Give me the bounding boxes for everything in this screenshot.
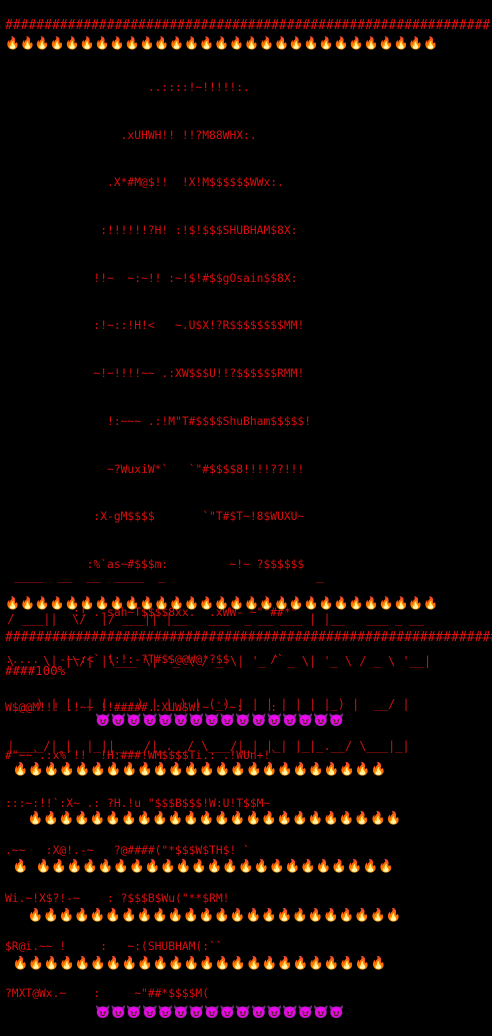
skull-line: .X*#M@$!! !X!M$$$$$$WWx:.: [5, 176, 284, 190]
devil-row-bottom: 😈😈😈😈😈😈😈😈😈😈😈😈😈😈😈😈: [5, 1004, 345, 1020]
fire-row: 🔥🔥🔥🔥🔥🔥🔥🔥🔥🔥🔥🔥🔥🔥🔥🔥🔥🔥🔥🔥🔥🔥🔥🔥: [5, 809, 402, 825]
fire-row: 🔥 🔥🔥🔥🔥🔥🔥🔥🔥🔥🔥🔥🔥🔥🔥🔥🔥🔥🔥🔥🔥🔥🔥🔥: [5, 858, 394, 874]
skull-line: !:~~~ .:!M"T#$$$$ShuBham$$$$$!: [5, 414, 312, 428]
devil-row-top: 😈😈😈😈😈😈😈😈😈😈😈😈😈😈😈😈: [5, 712, 345, 728]
fire-row: 🔥🔥🔥🔥🔥🔥🔥🔥🔥🔥🔥🔥🔥🔥🔥🔥🔥🔥🔥🔥🔥🔥🔥🔥: [5, 761, 387, 777]
skull-line: :!!!!!!?H! :!$!$$$SHUBHAM$8X:: [5, 223, 298, 237]
banner-line: ____ __ __ ____ _ _: [0, 568, 492, 584]
skull-line: .xUHWH!! !!?M88WHX:.: [5, 128, 257, 142]
bottom-flame-row: 🔥🔥🔥🔥🔥🔥🔥🔥🔥🔥🔥🔥🔥🔥🔥🔥🔥🔥🔥🔥🔥🔥🔥🔥🔥🔥🔥🔥🔥: [5, 596, 439, 610]
banner-line: / ___|| \/ |/ ___|| |__ ___ _ __ ___ | |…: [0, 610, 492, 626]
skull-line: ~?WuxiW*` `"#$$$$8!!!!??!!!: [5, 462, 305, 476]
skull-line: !!~ ~:~!! :~!$!#$$gOsain$$8X:: [5, 271, 298, 285]
banner-line: \___ \| |\/| |\___ \| '_ \ / _ \| '_ ` _…: [0, 653, 446, 669]
skull-line: ~!~!!!!~~ .:XW$$$U!!?$$$$$$RMM!: [5, 367, 305, 381]
fire-row: 🔥🔥🔥🔥🔥🔥🔥🔥🔥🔥🔥🔥🔥🔥🔥🔥🔥🔥🔥🔥🔥🔥🔥🔥: [5, 955, 387, 971]
skull-line: :!~::!H!< ~.U$X!?R$$$$$$$$MM!: [5, 319, 305, 333]
fire-row: 🔥🔥🔥🔥🔥🔥🔥🔥🔥🔥🔥🔥🔥🔥🔥🔥🔥🔥🔥🔥🔥🔥🔥🔥: [5, 906, 402, 922]
progress-text: ####100%: [5, 663, 66, 678]
skull-line: ..::::!~!!!!!:.: [5, 80, 250, 94]
emoji-grid: 😈😈😈😈😈😈😈😈😈😈😈😈😈😈😈😈 🔥🔥🔥🔥🔥🔥🔥🔥🔥🔥🔥🔥🔥🔥🔥🔥🔥🔥🔥🔥🔥🔥🔥…: [5, 680, 402, 1036]
banner-line: _: [0, 525, 492, 541]
top-hash-line: ########################################…: [5, 18, 491, 33]
bottom-hash-line: ########################################…: [5, 630, 492, 645]
